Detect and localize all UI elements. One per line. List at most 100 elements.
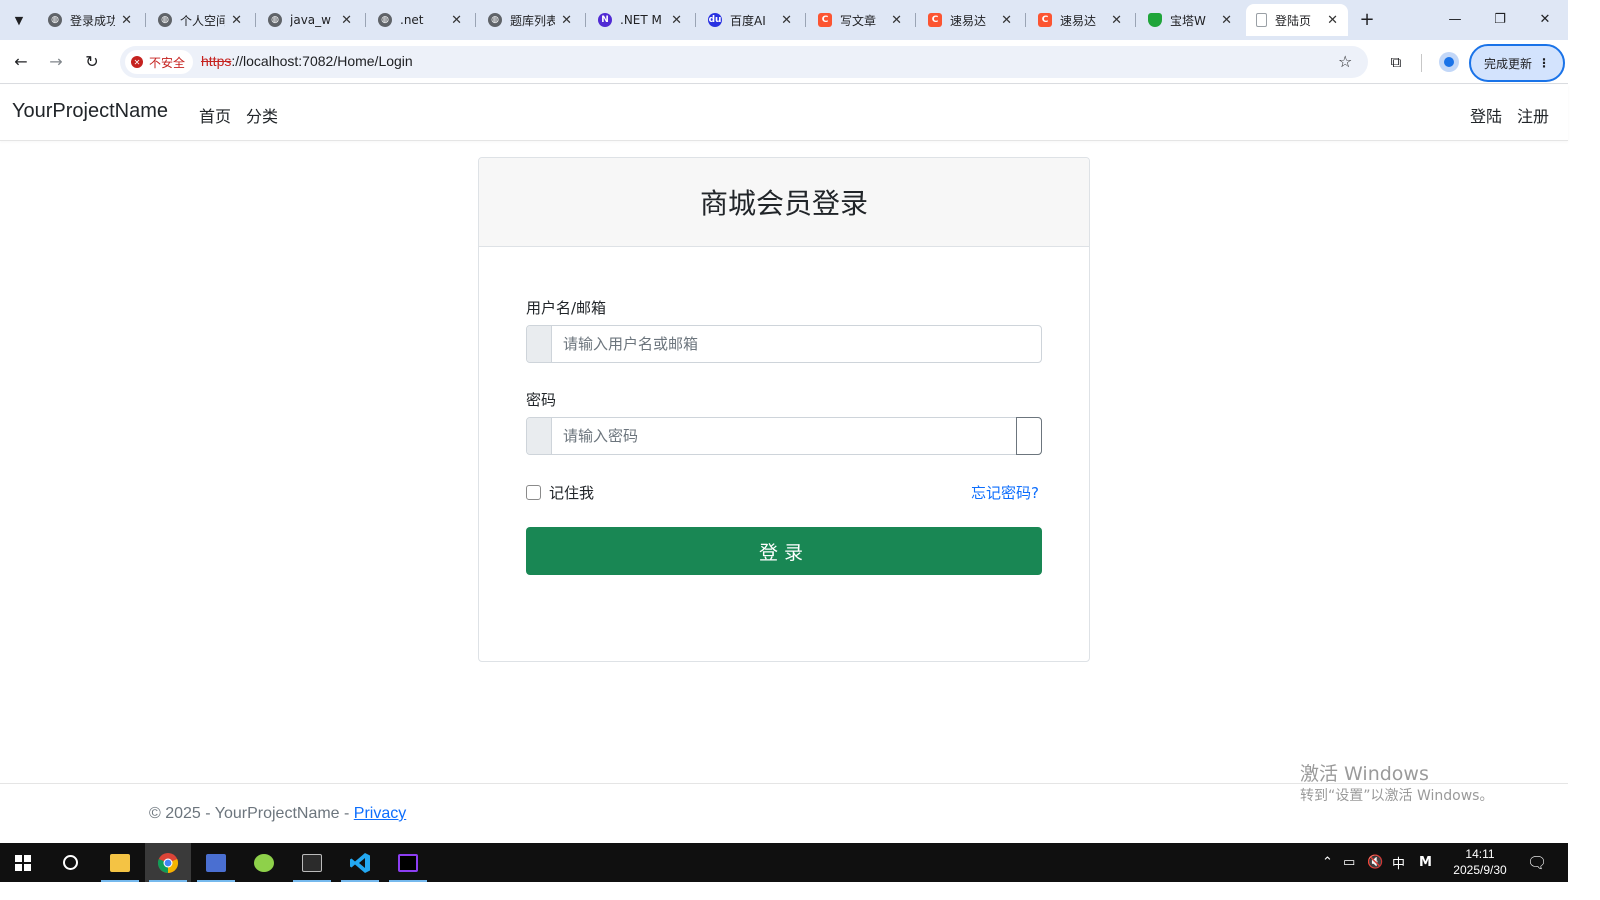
reload-icon: ↻ — [85, 52, 99, 71]
nav-link-register[interactable]: 注册 — [1517, 103, 1549, 127]
tab-separator — [1025, 13, 1026, 27]
clock-time: 14:11 — [1465, 847, 1495, 861]
plus-icon: + — [1359, 9, 1375, 30]
input-method-icon[interactable]: M — [1419, 843, 1432, 882]
browser-tab[interactable]: N .NET M ✕ — [588, 4, 692, 36]
close-icon[interactable]: ✕ — [1001, 13, 1012, 28]
close-icon[interactable]: ✕ — [1221, 13, 1232, 28]
close-icon[interactable]: ✕ — [671, 13, 682, 28]
profile-avatar[interactable] — [1439, 52, 1459, 72]
csdn-icon: C — [818, 13, 832, 27]
browser-tab[interactable]: C 写文章 ✕ — [808, 4, 912, 36]
tab-separator — [585, 13, 586, 27]
restore-icon: ❐ — [1494, 12, 1506, 27]
browser-tab-active[interactable]: 登陆页 ✕ — [1246, 4, 1348, 36]
close-window-button[interactable]: ✕ — [1522, 8, 1568, 32]
nav-link-home[interactable]: 首页 — [199, 103, 231, 127]
remember-me[interactable]: 记住我 — [526, 482, 594, 503]
forward-button[interactable]: → — [44, 50, 68, 74]
login-submit-button[interactable]: 登录 — [526, 527, 1042, 575]
toolbar-separator — [1421, 54, 1422, 72]
security-label: 不安全 — [149, 55, 186, 70]
restore-button[interactable]: ❐ — [1477, 8, 1523, 32]
tab-separator — [805, 13, 806, 27]
browser-tab[interactable]: 宝塔W ✕ — [1138, 4, 1242, 36]
close-icon[interactable]: ✕ — [341, 13, 352, 28]
password-toggle-button[interactable] — [1016, 417, 1042, 455]
close-icon: ✕ — [1539, 12, 1551, 27]
search-button[interactable] — [47, 843, 93, 882]
reload-button[interactable]: ↻ — [80, 50, 104, 74]
folder-icon — [110, 853, 130, 872]
taskbar-clock[interactable]: 14:11 2025/9/30 — [1448, 846, 1512, 878]
tab-separator — [255, 13, 256, 27]
url-path: ://localhost:7082/Home/Login — [231, 53, 413, 69]
tab-separator — [915, 13, 916, 27]
arrow-left-icon: ← — [14, 52, 28, 71]
browser-tab[interactable]: du 百度AI ✕ — [698, 4, 802, 36]
address-bar[interactable]: ✕ 不安全 https://localhost:7082/Home/Login … — [120, 46, 1368, 78]
shield-icon — [1148, 13, 1162, 27]
site-brand[interactable]: YourProjectName — [12, 100, 168, 123]
extensions-icon[interactable]: ⧉ — [1386, 52, 1406, 72]
tab-search-button[interactable]: ▼ — [6, 8, 32, 32]
lock-icon — [527, 418, 552, 454]
volume-muted-icon[interactable]: 🔇 — [1367, 843, 1383, 882]
globe-icon: ◍ — [268, 13, 282, 27]
forgot-password-link[interactable]: 忘记密码? — [971, 482, 1039, 503]
not-secure-icon: ✕ — [131, 56, 143, 68]
password-input-group — [526, 417, 1042, 455]
password-label: 密码 — [526, 391, 557, 409]
close-icon[interactable]: ✕ — [1327, 13, 1338, 28]
taskbar-jetbrains[interactable] — [385, 843, 431, 882]
nav-link-login[interactable]: 登陆 — [1470, 103, 1502, 127]
close-icon[interactable]: ✕ — [451, 13, 462, 28]
login-card-header: 商城会员登录 — [479, 158, 1089, 247]
notification-icon[interactable]: 🗨 — [1527, 843, 1547, 882]
taskbar-chrome[interactable] — [145, 843, 191, 882]
taskbar-vscode[interactable] — [337, 843, 383, 882]
minimize-button[interactable]: — — [1432, 8, 1478, 32]
taskbar-file-explorer[interactable] — [97, 843, 143, 882]
browser-tab[interactable]: C 速易达 ✕ — [1028, 4, 1132, 36]
nav-link-category[interactable]: 分类 — [246, 103, 278, 127]
close-icon[interactable]: ✕ — [231, 13, 242, 28]
activation-watermark-title: 激活 Windows — [1300, 763, 1429, 785]
new-tab-button[interactable]: + — [1356, 9, 1378, 31]
browser-tab[interactable]: ◍ 登录成功 ✕ — [38, 4, 142, 36]
taskbar-remote-desktop[interactable] — [193, 843, 239, 882]
browser-tab[interactable]: ◍ 个人空间 ✕ — [148, 4, 252, 36]
browser-tab[interactable]: ◍ .net ✕ — [368, 4, 472, 36]
search-icon — [62, 855, 78, 870]
tray-chevron[interactable]: ⌃ — [1322, 843, 1333, 882]
browser-tab[interactable]: ◍ java_w ✕ — [258, 4, 362, 36]
url-scheme: https — [201, 53, 232, 69]
close-icon[interactable]: ✕ — [1111, 13, 1122, 28]
network-icon[interactable]: ▭ — [1343, 843, 1355, 882]
back-button[interactable]: ← — [9, 50, 33, 74]
star-icon[interactable]: ☆ — [1338, 52, 1352, 71]
start-button[interactable] — [0, 843, 46, 882]
close-icon[interactable]: ✕ — [561, 13, 572, 28]
url-text[interactable]: https://localhost:7082/Home/Login — [201, 53, 413, 69]
browser-tab[interactable]: C 速易达 ✕ — [918, 4, 1022, 36]
update-button[interactable]: 完成更新 ⋮ — [1469, 44, 1565, 82]
taskbar-app-green[interactable] — [241, 843, 287, 882]
arrow-right-icon: → — [49, 52, 63, 71]
username-input-group — [526, 325, 1042, 363]
remember-me-checkbox[interactable] — [526, 485, 541, 500]
tab-separator — [475, 13, 476, 27]
username-input[interactable] — [563, 326, 1033, 362]
globe-icon: ◍ — [488, 13, 502, 27]
close-icon[interactable]: ✕ — [781, 13, 792, 28]
site-navbar: YourProjectName 首页 分类 登陆 注册 — [0, 85, 1568, 141]
close-icon[interactable]: ✕ — [121, 13, 132, 28]
privacy-link[interactable]: Privacy — [354, 805, 406, 822]
globe-icon: ◍ — [48, 13, 62, 27]
password-input[interactable] — [563, 418, 1003, 454]
security-chip[interactable]: ✕ 不安全 — [125, 50, 194, 74]
ime-indicator[interactable]: 中 — [1392, 843, 1405, 882]
browser-tab[interactable]: ◍ 题库列表 ✕ — [478, 4, 582, 36]
close-icon[interactable]: ✕ — [891, 13, 902, 28]
taskbar-terminal[interactable] — [289, 843, 335, 882]
